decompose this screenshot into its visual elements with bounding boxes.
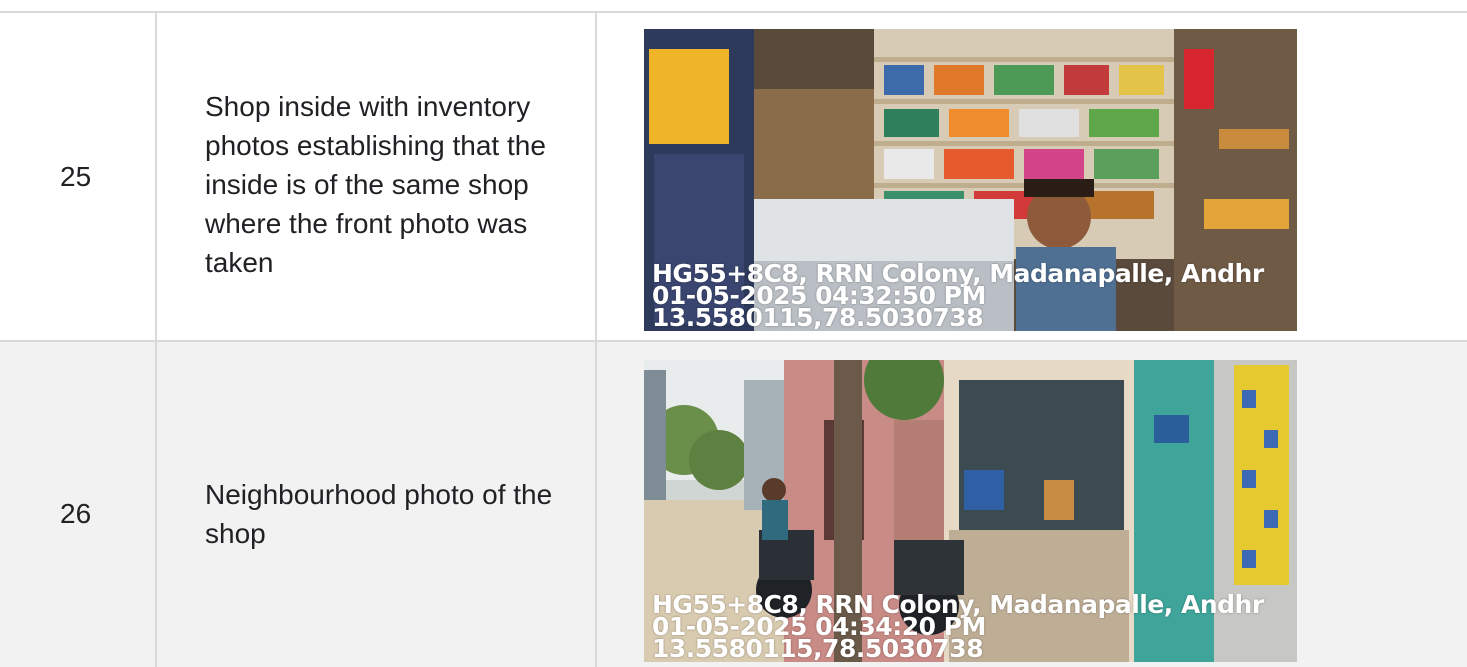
row-number-cell: 26	[0, 342, 157, 667]
neighbourhood-photo: HG55+8C8, RRN Colony, Madanapalle, Andhr…	[644, 360, 1297, 662]
row-number: 26	[60, 498, 92, 529]
evidence-table: 25 Shop inside with inventory photos est…	[0, 0, 1467, 667]
row-description: Neighbourhood photo of the shop	[205, 479, 553, 549]
geo-stamp: HG55+8C8, RRN Colony, Madanapalle, Andhr…	[652, 263, 1297, 329]
row-description: Shop inside with inventory photos establ…	[205, 91, 546, 278]
table-row: 25 Shop inside with inventory photos est…	[0, 11, 1467, 342]
shop-interior-photo: HG55+8C8, RRN Colony, Madanapalle, Andhr…	[644, 29, 1297, 331]
row-number: 25	[60, 161, 92, 192]
stamp-coordinates: 13.5580115,78.5030738	[652, 303, 984, 329]
geo-stamp: HG55+8C8, RRN Colony, Madanapalle, Andhr…	[652, 594, 1297, 660]
row-number-cell: 25	[0, 13, 157, 342]
row-photo-cell: HG55+8C8, RRN Colony, Madanapalle, Andhr…	[597, 13, 1467, 342]
row-description-cell: Shop inside with inventory photos establ…	[157, 13, 597, 342]
row-description-cell: Neighbourhood photo of the shop	[157, 342, 597, 667]
stamp-coordinates: 13.5580115,78.5030738	[652, 634, 984, 660]
table-row: 26 Neighbourhood photo of the shop HG55+…	[0, 340, 1467, 667]
row-photo-cell: HG55+8C8, RRN Colony, Madanapalle, Andhr…	[597, 342, 1467, 667]
